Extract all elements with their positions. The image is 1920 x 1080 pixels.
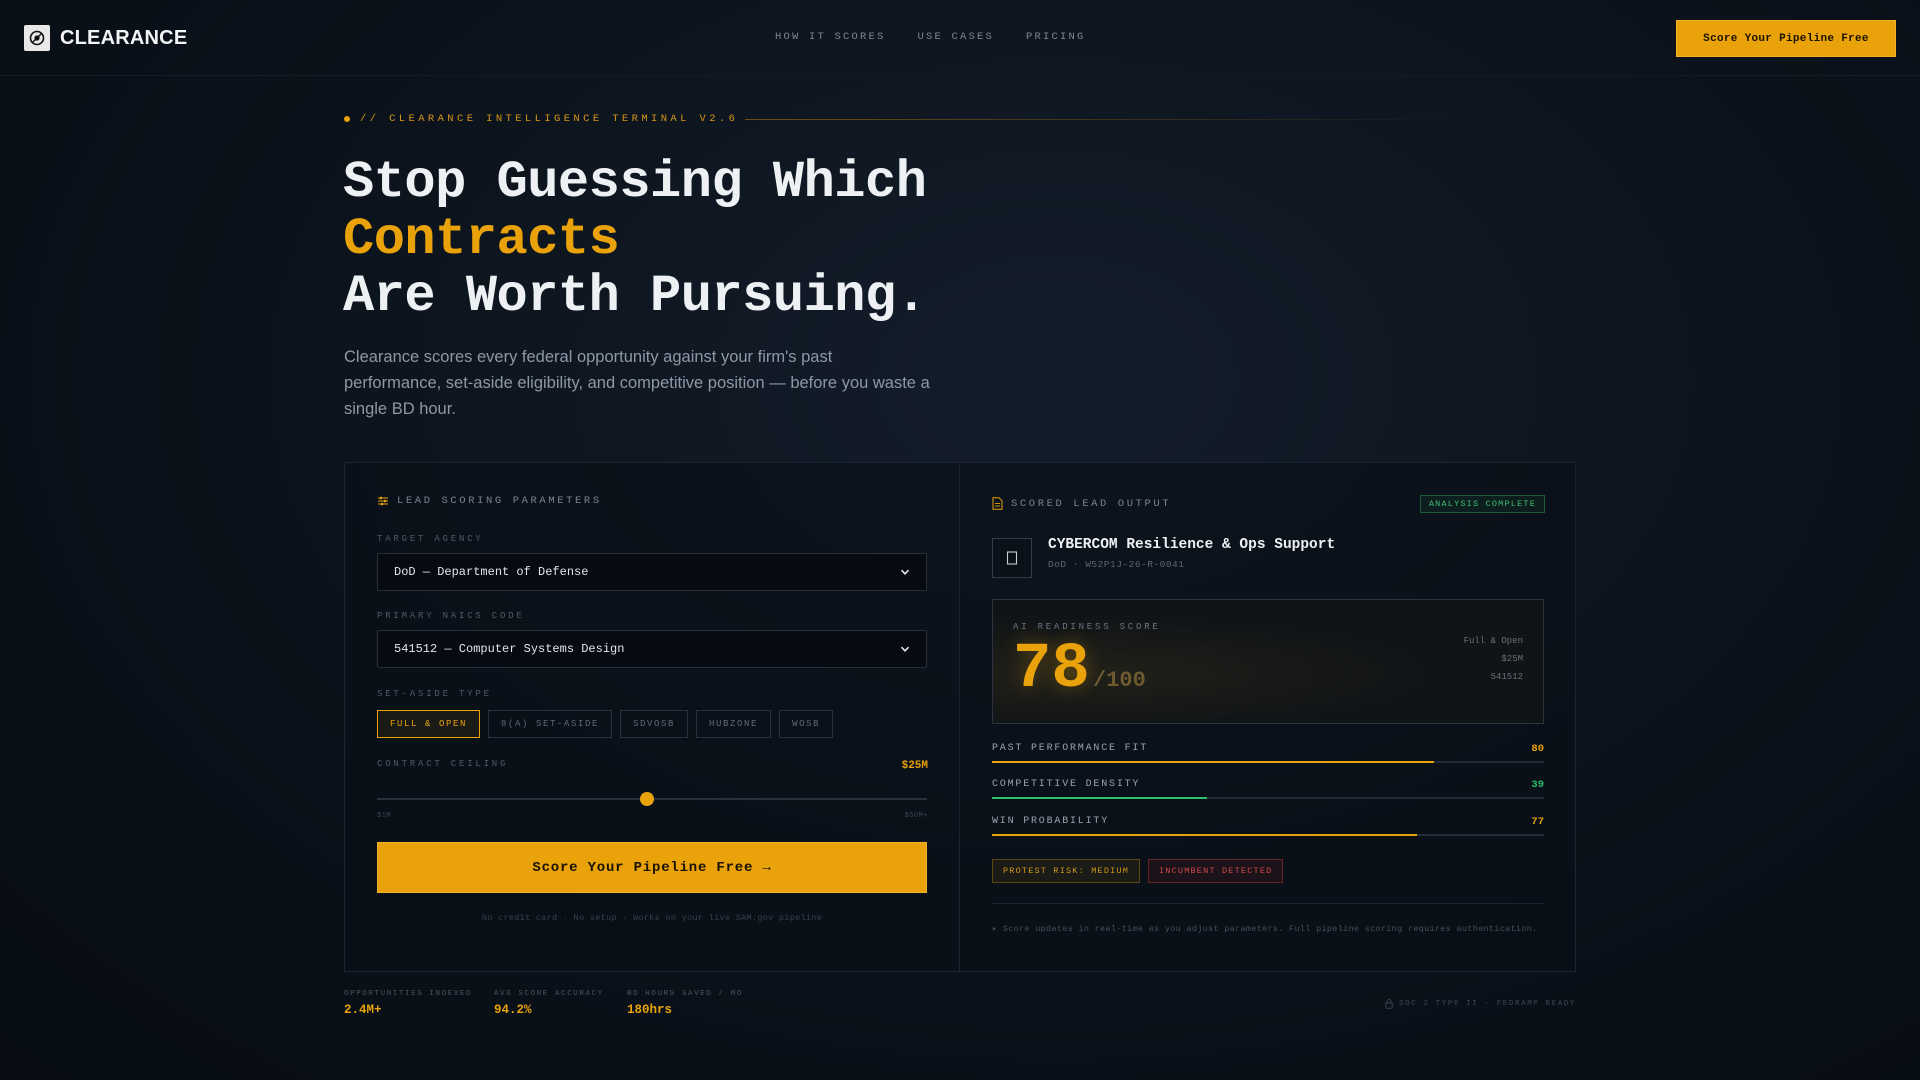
hero-subcopy: Clearance scores every federal opportuni… [344, 348, 930, 418]
metric-fill [992, 761, 1434, 763]
file-icon [1006, 551, 1018, 565]
naics-label: PRIMARY NAICS CODE [377, 611, 525, 621]
output-header: SCORED LEAD OUTPUT [992, 497, 1171, 510]
logo-icon [24, 25, 50, 51]
stat-label: BD HOURS SAVED / MO [627, 990, 743, 998]
opportunity-subtitle: DoD · W52P1J-26-R-0041 [1048, 559, 1185, 570]
score-pipeline-button[interactable]: Score Your Pipeline Free → [377, 842, 927, 893]
score-label: AI READINESS SCORE [1013, 622, 1161, 632]
output-pane: SCORED LEAD OUTPUT ANALYSIS COMPLETE CYB… [960, 463, 1576, 971]
nav-link-use-cases[interactable]: USE CASES [918, 31, 995, 43]
chip-8a[interactable]: 8(A) SET-ASIDE [488, 710, 613, 738]
eyebrow: // CLEARANCE INTELLIGENCE TERMINAL V2.6 [344, 113, 738, 125]
slider-max-label: $50M+ [904, 812, 928, 820]
readiness-score-card: AI READINESS SCORE 78 /100 Full & Open $… [992, 599, 1544, 724]
metric-value: 39 [1531, 779, 1544, 791]
eyebrow-dot-icon [344, 116, 350, 122]
metric-value: 77 [1531, 816, 1544, 828]
metric-track [992, 834, 1544, 836]
compliance-text: SOC 2 TYPE II · FEDRAMP READY [1399, 1000, 1576, 1008]
metric-name: PAST PERFORMANCE FIT [992, 743, 1149, 754]
metric-name: COMPETITIVE DENSITY [992, 779, 1141, 790]
hero-headline: Stop Guessing Which Contracts Are Worth … [343, 153, 927, 326]
ceiling-slider-thumb[interactable] [639, 792, 654, 806]
metric-track [992, 797, 1544, 799]
headline-line-3: Are Worth Pursuing. [343, 267, 927, 326]
slider-min-label: $1M [377, 812, 392, 820]
stat-value: 2.4M+ [344, 1003, 382, 1017]
setaside-chips: FULL & OPEN 8(A) SET-ASIDE SDVOSB HUBZON… [377, 710, 834, 738]
document-icon [992, 497, 1003, 510]
stat-value: 94.2% [494, 1003, 532, 1017]
opportunity-icon [992, 538, 1032, 578]
stat-label: OPPORTUNITIES INDEXED [344, 990, 473, 998]
naics-select[interactable]: 541512 — Computer Systems Design [377, 630, 927, 668]
chip-sdvosb[interactable]: SDVOSB [620, 710, 689, 738]
parameters-title: LEAD SCORING PARAMETERS [397, 495, 602, 507]
parameters-header: LEAD SCORING PARAMETERS [377, 495, 602, 507]
agency-label: TARGET AGENCY [377, 534, 484, 544]
brand-name: CLEARANCE [60, 26, 188, 49]
nav-links: HOW IT SCORES USE CASES PRICING [775, 31, 1086, 43]
metric-fill [992, 797, 1208, 799]
score-meta-setaside: Full & Open [1463, 636, 1523, 646]
ceiling-label: CONTRACT CEILING [377, 759, 509, 769]
setaside-label: SET-ASIDE TYPE [377, 689, 492, 699]
metric-fill [992, 834, 1418, 836]
score-denominator: /100 [1093, 668, 1146, 693]
nav-cta-button[interactable]: Score Your Pipeline Free [1676, 20, 1896, 57]
chip-wosb[interactable]: WOSB [779, 710, 834, 738]
output-divider [992, 903, 1544, 904]
fineprint: No credit card · No setup · Works on you… [481, 913, 823, 923]
metric-track [992, 761, 1544, 763]
chip-full-open[interactable]: FULL & OPEN [377, 710, 481, 738]
parameters-pane: LEAD SCORING PARAMETERS TARGET AGENCY Do… [345, 463, 959, 971]
output-note: ▸ Score updates in real-time as you adju… [992, 924, 1538, 934]
metric-value: 80 [1531, 743, 1544, 755]
headline-accent: Contracts [343, 210, 620, 269]
incumbent-tag: INCUMBENT DETECTED [1148, 859, 1284, 883]
metric-name: WIN PROBABILITY [992, 816, 1110, 827]
scoring-panel: LEAD SCORING PARAMETERS TARGET AGENCY Do… [344, 462, 1576, 972]
protest-risk-tag: PROTEST RISK: MEDIUM [992, 859, 1141, 883]
brand[interactable]: CLEARANCE [24, 25, 187, 51]
stat-value: 180hrs [627, 1003, 673, 1017]
agency-select[interactable]: DoD — Department of Defense [377, 553, 927, 591]
status-badge: ANALYSIS COMPLETE [1419, 495, 1545, 513]
chevron-down-icon [900, 569, 910, 575]
chip-hubzone[interactable]: HUBZONE [696, 710, 772, 738]
naics-select-value: 541512 — Computer Systems Design [394, 642, 625, 656]
output-title: SCORED LEAD OUTPUT [1011, 497, 1172, 510]
opportunity-title: CYBERCOM Resilience & Ops Support [1048, 537, 1336, 553]
compliance-note: SOC 2 TYPE II · FEDRAMP READY [1385, 999, 1576, 1009]
stat-opportunities: OPPORTUNITIES INDEXED 2.4M+ [344, 990, 472, 1017]
score-meta-naics: 541512 [1490, 672, 1523, 682]
stat-label: AVG SCORE ACCURACY [494, 990, 604, 998]
eyebrow-divider [745, 119, 1465, 120]
agency-select-value: DoD — Department of Defense [394, 565, 589, 579]
sliders-icon [378, 496, 388, 506]
nav-link-pricing[interactable]: PRICING [1026, 31, 1086, 43]
stat-hours-saved: BD HOURS SAVED / MO 180hrs [627, 990, 743, 1017]
top-nav: CLEARANCE HOW IT SCORES USE CASES PRICIN… [0, 0, 1920, 76]
chevron-down-icon [900, 646, 910, 652]
headline-line-1: Stop Guessing Which [343, 153, 927, 212]
stat-accuracy: AVG SCORE ACCURACY 94.2% [494, 990, 604, 1017]
eyebrow-text: // CLEARANCE INTELLIGENCE TERMINAL V2.6 [360, 113, 739, 125]
score-value: 78 [1013, 634, 1090, 706]
lock-icon [1385, 999, 1393, 1009]
ceiling-value: $25M [901, 760, 928, 772]
nav-link-how-it-scores[interactable]: HOW IT SCORES [775, 31, 886, 43]
score-meta-ceiling: $25M [1501, 654, 1523, 664]
